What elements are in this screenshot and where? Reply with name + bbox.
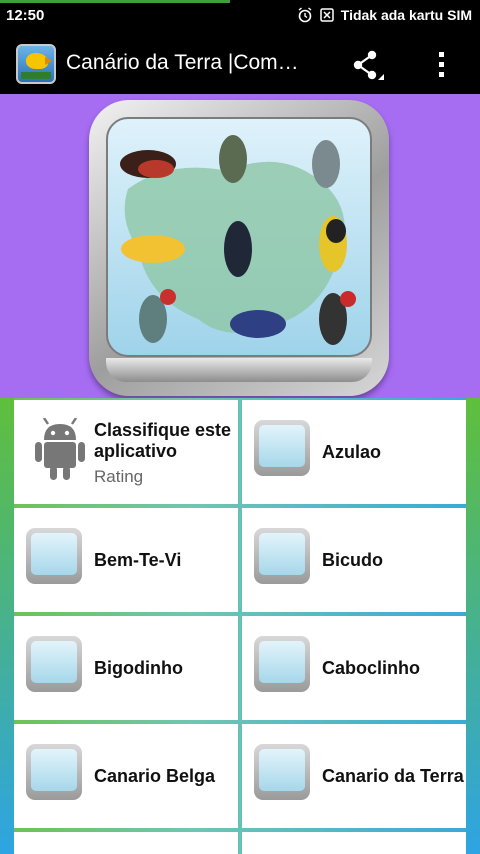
bird-thumbnail-icon [254,420,310,476]
alarm-icon [297,7,313,23]
no-sim-icon [319,7,335,23]
share-icon[interactable] [348,48,386,82]
tile-bigodinho[interactable]: Bigodinho [14,616,238,720]
rating-tile[interactable]: Classifique este aplicativo Rating [14,400,238,504]
tile-label: Canario Belga [94,765,216,786]
tile-label: Azulao [322,441,382,462]
hero-image-birds [106,117,372,357]
overflow-menu-icon[interactable] [430,48,454,82]
tile-label: Caboclinho [322,657,420,678]
tile-bicudo[interactable]: Bicudo [242,508,466,612]
status-bar: 12:50 Tidak ada kartu SIM [0,0,480,34]
rating-subtitle: Rating [94,467,144,486]
tile-canario-da-terra[interactable]: Canario da Terra [242,724,466,828]
menu-grid: Classifique este aplicativo Rating Azula… [0,398,480,854]
app-logo-icon[interactable] [16,44,56,84]
bird-thumbnail-icon [254,636,310,692]
carrier-text: Tidak ada kartu SIM [340,7,472,23]
tile-partial-right[interactable] [242,832,466,854]
tile-label: Canario da Terra [322,765,464,786]
tile-partial-left[interactable] [14,832,238,854]
tile-label: Bem-Te-Vi [94,549,182,570]
hero-frame-base [106,358,372,382]
rating-title: Classifique este aplicativo [94,420,232,461]
android-icon [32,417,88,482]
hero-image-frame [89,100,389,396]
tile-azulao[interactable]: Azulao [242,400,466,504]
status-progress-line [0,0,230,3]
tile-caboclinho[interactable]: Caboclinho [242,616,466,720]
app-title: Canário da Terra |Com… [66,51,299,74]
bird-thumbnail-icon [254,744,310,800]
bird-thumbnail-icon [26,744,82,800]
status-time: 12:50 [6,7,45,24]
bird-thumbnail-icon [26,528,82,584]
action-bar: Canário da Terra |Com… [0,34,480,94]
bird-thumbnail-icon [254,528,310,584]
tile-label: Bicudo [322,549,383,570]
tile-canario-belga[interactable]: Canario Belga [14,724,238,828]
tile-bem-te-vi[interactable]: Bem-Te-Vi [14,508,238,612]
hero-banner [0,94,480,398]
bird-thumbnail-icon [26,636,82,692]
tile-label: Bigodinho [94,657,183,678]
status-right: Tidak ada kartu SIM [297,7,472,23]
